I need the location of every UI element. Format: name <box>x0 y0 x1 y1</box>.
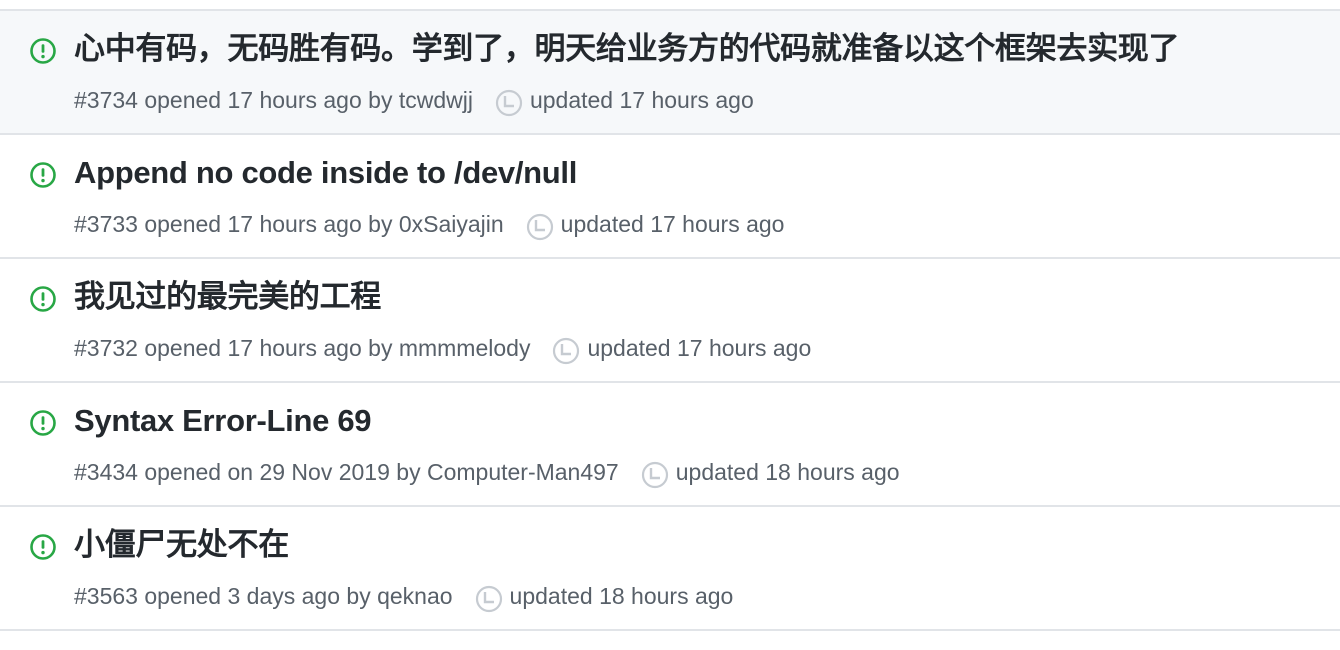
issue-title-link[interactable]: 小僵尸无处不在 <box>74 527 289 563</box>
issue-updated-info: updated 17 hours ago <box>529 86 754 113</box>
issue-meta: #3733 opened 17 hours ago by 0xSaiyajin … <box>74 209 785 241</box>
issue-updated-info: updated 17 hours ago <box>560 210 785 237</box>
issue-opened-icon <box>30 162 56 188</box>
issue-row[interactable]: Syntax Error-Line 69 #3434 opened on 29 … <box>0 383 1340 507</box>
issue-meta: #3434 opened on 29 Nov 2019 by Computer-… <box>74 457 900 489</box>
issue-opened-icon <box>30 534 56 560</box>
issue-opened-info: #3734 opened 17 hours ago by tcwdwjj <box>74 86 473 113</box>
issue-updated-info: updated 18 hours ago <box>509 582 734 609</box>
clock-icon <box>495 89 523 117</box>
issue-row[interactable]: 心中有码，无码胜有码。学到了，明天给业务方的代码就准备以这个框架去实现了 #37… <box>0 11 1340 135</box>
issue-opened-info: #3733 opened 17 hours ago by 0xSaiyajin <box>74 210 504 237</box>
clock-icon <box>475 585 502 613</box>
issue-meta: #3732 opened 17 hours ago by mmmmelody u… <box>74 333 812 365</box>
issue-row[interactable]: 小僵尸无处不在 #3563 opened 3 days ago by qekna… <box>0 507 1340 631</box>
issue-row[interactable]: 我见过的最完美的工程 #3732 opened 17 hours ago by … <box>0 259 1340 383</box>
issue-opened-info: #3563 opened 3 days ago by qeknao <box>74 582 453 609</box>
issue-row[interactable]: Append no code inside to /dev/null #3733… <box>0 135 1340 259</box>
issue-meta: #3734 opened 17 hours ago by tcwdwjj upd… <box>74 85 754 117</box>
clock-icon <box>641 461 668 489</box>
clock-icon <box>526 213 553 241</box>
issue-opened-info: #3732 opened 17 hours ago by mmmmelody <box>74 334 531 361</box>
issue-opened-icon <box>30 38 56 64</box>
issue-title-link[interactable]: Syntax Error-Line 69 <box>74 403 372 439</box>
clock-icon <box>553 337 580 365</box>
issue-opened-info: #3434 opened on 29 Nov 2019 by Computer-… <box>74 458 619 485</box>
issue-updated-info: updated 18 hours ago <box>675 458 900 485</box>
issue-opened-icon <box>30 286 56 312</box>
issue-title-link[interactable]: 心中有码，无码胜有码。学到了，明天给业务方的代码就准备以这个框架去实现了 <box>74 31 1180 67</box>
issue-opened-icon <box>30 410 56 436</box>
issue-list: 心中有码，无码胜有码。学到了，明天给业务方的代码就准备以这个框架去实现了 #37… <box>0 0 1340 650</box>
issue-updated-info: updated 17 hours ago <box>587 334 812 361</box>
issue-title-link[interactable]: Append no code inside to /dev/null <box>74 155 577 191</box>
issue-meta: #3563 opened 3 days ago by qeknao update… <box>74 581 734 613</box>
issue-title-link[interactable]: 我见过的最完美的工程 <box>74 279 381 315</box>
